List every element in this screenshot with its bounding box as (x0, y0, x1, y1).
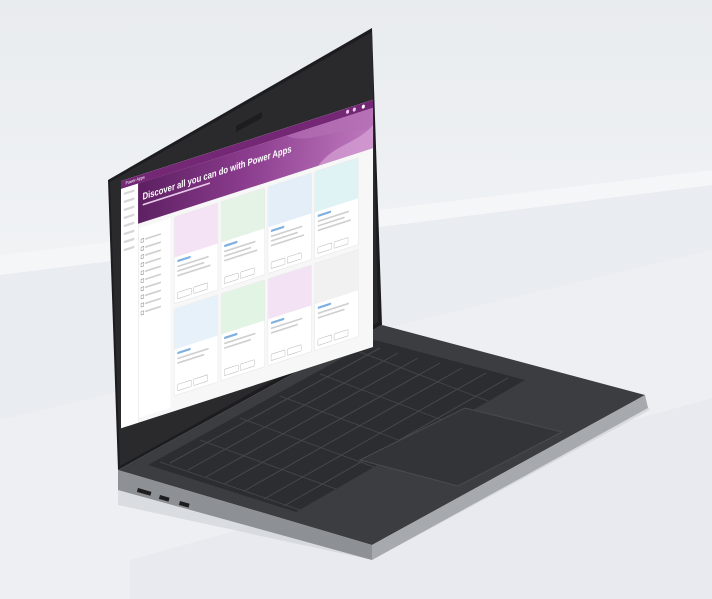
nav-item-solutions[interactable] (123, 237, 135, 244)
learning-card[interactable] (220, 279, 265, 382)
card-illustration (221, 188, 265, 243)
filter-checkbox[interactable] (140, 294, 144, 300)
filter-panel (139, 217, 171, 418)
filter-checkbox[interactable] (140, 262, 144, 268)
card-illustration (314, 158, 359, 213)
left-navigation (121, 183, 139, 429)
card-action-button[interactable] (270, 257, 286, 269)
nav-item-home[interactable] (123, 189, 135, 196)
filter-checkbox[interactable] (140, 238, 144, 244)
card-action-button[interactable] (287, 344, 302, 356)
avatar[interactable] (361, 104, 365, 110)
card-action-button[interactable] (224, 364, 239, 377)
card-action-button[interactable] (177, 379, 192, 392)
nav-item-learn[interactable] (123, 205, 135, 212)
learning-card[interactable] (220, 187, 265, 290)
settings-icon[interactable] (346, 109, 350, 115)
card-action-button[interactable] (270, 349, 286, 361)
card-illustration (268, 173, 312, 228)
nav-item-flows[interactable] (123, 229, 135, 236)
card-action-button[interactable] (317, 334, 333, 346)
help-icon[interactable] (352, 107, 356, 113)
learning-card[interactable] (174, 294, 219, 397)
card-illustration (174, 295, 218, 350)
filter-checkbox[interactable] (140, 286, 144, 292)
filter-checkbox[interactable] (140, 270, 144, 276)
filter-checkbox[interactable] (140, 302, 144, 308)
learning-card[interactable] (314, 249, 359, 351)
learning-card[interactable] (314, 157, 359, 259)
nav-item-apps[interactable] (123, 213, 135, 220)
card-action-button[interactable] (193, 374, 208, 386)
learning-card[interactable] (174, 202, 219, 305)
card-illustration (268, 265, 312, 320)
nav-item-create[interactable] (123, 197, 135, 204)
card-action-button[interactable] (240, 359, 255, 371)
filter-checkbox[interactable] (140, 254, 144, 260)
card-action-button[interactable] (177, 287, 192, 300)
card-action-button[interactable] (333, 329, 349, 341)
filter-checkbox[interactable] (140, 278, 144, 284)
card-action-button[interactable] (317, 242, 333, 254)
nav-item-more[interactable] (123, 245, 135, 252)
card-illustration (221, 280, 265, 335)
nav-item-tables[interactable] (123, 221, 135, 228)
card-action-button[interactable] (240, 267, 255, 279)
card-illustration (174, 203, 218, 258)
card-action-button[interactable] (193, 282, 208, 294)
learning-card[interactable] (267, 264, 312, 367)
learning-card[interactable] (267, 172, 312, 275)
card-action-button[interactable] (333, 237, 349, 249)
card-action-button[interactable] (287, 252, 302, 264)
photo-scene: Power Apps Discover all you can do with … (0, 0, 712, 599)
filter-checkbox[interactable] (140, 246, 144, 252)
card-action-button[interactable] (224, 272, 239, 285)
filter-checkbox[interactable] (140, 310, 144, 316)
card-illustration (314, 250, 359, 305)
